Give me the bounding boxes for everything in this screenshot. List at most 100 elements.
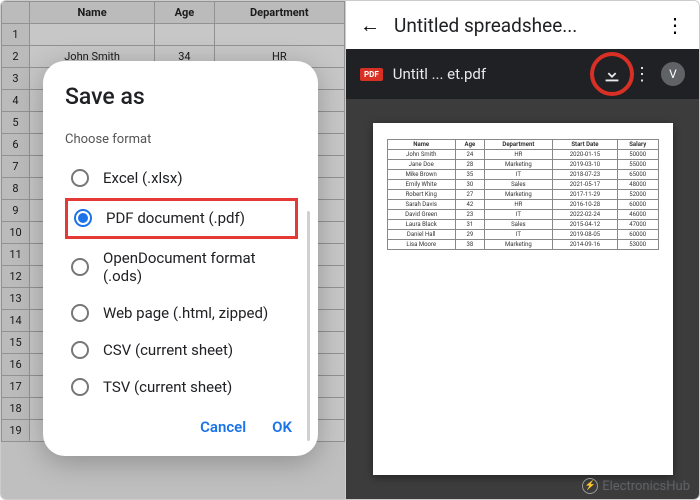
mobile-screenshot-pdf-viewer: ← Untitled spreadshee... ⋮ PDF Untitl ..… [346, 1, 699, 499]
pdf-td: Sales [484, 220, 552, 230]
pdf-td: Robert King [387, 190, 455, 200]
pdf-td: 46000 [617, 210, 658, 220]
col-name: Name [30, 2, 155, 24]
pdf-td: Lisa Moore [387, 240, 455, 250]
avatar[interactable]: V [661, 62, 685, 86]
bolt-icon: ⚡ [582, 478, 598, 494]
pdf-td: 42 [455, 200, 484, 210]
pdf-td: 53000 [617, 240, 658, 250]
ok-button[interactable]: OK [272, 418, 292, 436]
pdf-td: 2019-03-10 [552, 160, 617, 170]
pdf-td: 29 [455, 230, 484, 240]
pdf-td: Marketing [484, 240, 552, 250]
pdf-table: NameAgeDepartmentStart DateSalary John S… [387, 139, 659, 250]
pdf-td: 2017-11-29 [552, 190, 617, 200]
radio-icon [71, 169, 89, 187]
pdf-td: David Green [387, 210, 455, 220]
pdf-td: HR [484, 200, 552, 210]
pdf-td: 65000 [617, 170, 658, 180]
radio-icon [71, 258, 89, 276]
pdf-td: 48000 [617, 180, 658, 190]
pdf-td: Marketing [484, 190, 552, 200]
col-age: Age [155, 2, 214, 24]
cancel-button[interactable]: Cancel [200, 418, 246, 436]
format-label: Web page (.html, zipped) [103, 304, 268, 323]
pdf-td: 2021-05-17 [552, 180, 617, 190]
download-button[interactable] [601, 63, 623, 85]
pdf-badge-icon: PDF [360, 68, 383, 81]
more-icon[interactable]: ⋮ [665, 13, 685, 37]
pdf-page: NameAgeDepartmentStart DateSalary John S… [373, 123, 673, 475]
pdf-th: Department [484, 140, 552, 150]
radio-icon [71, 378, 89, 396]
save-as-dialog: Save as Choose format Excel (.xlsx) PDF … [43, 61, 318, 456]
pdf-td: IT [484, 230, 552, 240]
col-dept: Department [214, 2, 344, 24]
radio-icon [71, 341, 89, 359]
pdf-td: 27 [455, 190, 484, 200]
pdf-td: 60000 [617, 200, 658, 210]
pdf-td: 60000 [617, 230, 658, 240]
pdf-td: 23 [455, 210, 484, 220]
pdf-td: Laura Black [387, 220, 455, 230]
mobile-screenshot-save-dialog: Name Age Department 1 2 John Smith 34 HR… [1, 1, 346, 499]
pdf-td: 2022-02-24 [552, 210, 617, 220]
pdf-td: Sarah Davis [387, 200, 455, 210]
format-label: OpenDocument format (.ods) [103, 249, 292, 287]
viewer-top-bar: ← Untitled spreadshee... ⋮ [346, 1, 699, 49]
pdf-td: John Smith [387, 150, 455, 160]
more-icon[interactable]: ⋮ [633, 64, 651, 85]
pdf-td: 35 [455, 170, 484, 180]
format-list: Excel (.xlsx) PDF document (.pdf) OpenDo… [65, 161, 298, 404]
pdf-td: 2014-09-16 [552, 240, 617, 250]
table-row: Sarah Davis42HR2016-10-2860000 [387, 200, 658, 210]
format-option-tsv[interactable]: TSV (current sheet) [65, 370, 298, 405]
document-title: Untitled spreadshee... [394, 14, 651, 37]
pdf-td: Daniel Hall [387, 230, 455, 240]
dialog-title: Save as [65, 83, 298, 110]
pdf-td: Mike Brown [387, 170, 455, 180]
pdf-td: 2018-07-23 [552, 170, 617, 180]
pdf-th: Start Date [552, 140, 617, 150]
table-row: Mike Brown35IT2018-07-2365000 [387, 170, 658, 180]
pdf-td: IT [484, 210, 552, 220]
format-label: CSV (current sheet) [103, 341, 233, 360]
table-row: Emily White30Sales2021-05-1748000 [387, 180, 658, 190]
pdf-th: Age [455, 140, 484, 150]
table-row: Daniel Hall29IT2019-08-0560000 [387, 230, 658, 240]
highlight-ring [590, 52, 634, 96]
pdf-td: 38 [455, 240, 484, 250]
back-icon[interactable]: ← [360, 13, 380, 38]
table-row: John Smith24HR2020-01-1550000 [387, 150, 658, 160]
format-label: Excel (.xlsx) [103, 169, 183, 188]
format-label: TSV (current sheet) [103, 378, 232, 397]
pdf-td: Sales [484, 180, 552, 190]
table-row: David Green23IT2022-02-2446000 [387, 210, 658, 220]
pdf-filename: Untitl ... et.pdf [393, 65, 591, 83]
format-option-pdf[interactable]: PDF document (.pdf) [65, 198, 298, 239]
table-row: Laura Black31Sales2015-04-1247000 [387, 220, 658, 230]
pdf-td: IT [484, 170, 552, 180]
pdf-td: 30 [455, 180, 484, 190]
pdf-toolbar: PDF Untitl ... et.pdf ⋮ V [346, 49, 699, 99]
watermark-text: ElectronicsHub [602, 479, 690, 494]
pdf-td: 2015-04-12 [552, 220, 617, 230]
watermark: ⚡ ElectronicsHub [582, 478, 690, 494]
table-row: Jane Doe28Marketing2019-03-1055000 [387, 160, 658, 170]
format-label: PDF document (.pdf) [106, 209, 245, 228]
pdf-td: Marketing [484, 160, 552, 170]
pdf-td: 2019-08-05 [552, 230, 617, 240]
scrollbar[interactable] [307, 211, 310, 441]
pdf-td: 2016-10-28 [552, 200, 617, 210]
dialog-subhead: Choose format [65, 132, 298, 147]
pdf-td: Emily White [387, 180, 455, 190]
pdf-td: 52000 [617, 190, 658, 200]
format-option-ods[interactable]: OpenDocument format (.ods) [65, 241, 298, 295]
format-option-xlsx[interactable]: Excel (.xlsx) [65, 161, 298, 196]
format-option-csv[interactable]: CSV (current sheet) [65, 333, 298, 368]
format-option-html[interactable]: Web page (.html, zipped) [65, 296, 298, 331]
pdf-td: 2020-01-15 [552, 150, 617, 160]
table-row: Robert King27Marketing2017-11-2952000 [387, 190, 658, 200]
pdf-td: Jane Doe [387, 160, 455, 170]
radio-icon [74, 209, 92, 227]
